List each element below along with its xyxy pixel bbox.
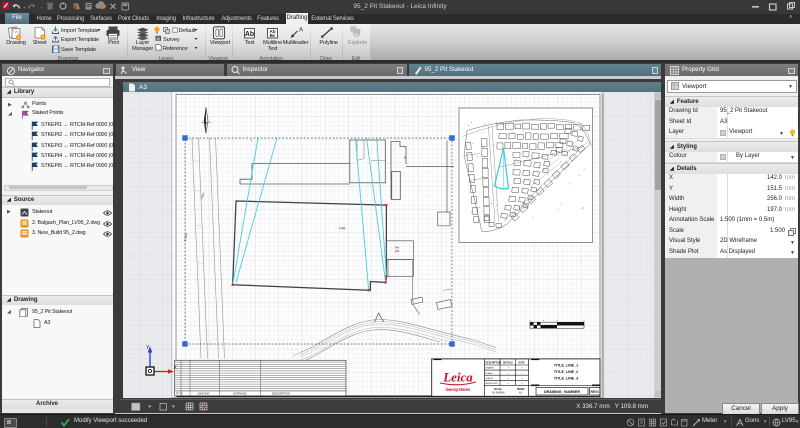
svg-text:Bc: Bc [270,33,276,38]
svg-text:TITLE_LINE_1: TITLE_LINE_1 [554,363,578,367]
svg-text:DESCRIPTION: DESCRIPTION [486,362,502,364]
svg-text:DRAWING_NUMBER: DRAWING_NUMBER [544,389,580,393]
svg-text:DETAILS: DETAILS [503,361,513,364]
svg-text:201: 201 [395,249,400,253]
svg-text:PT ID: PT ID [176,391,183,395]
svg-text:REV#: REV# [591,389,600,393]
svg-text:--: -- [521,375,523,379]
svg-text:746: 746 [339,225,346,230]
svg-text:--: -- [521,381,523,385]
svg-text:TITLE_LINE_2: TITLE_LINE_2 [554,370,578,374]
svg-text:--: -- [507,370,509,374]
svg-text:APPROVED: APPROVED [486,382,499,385]
svg-text:Geosystems: Geosystems [446,387,472,392]
svg-text:Leica: Leica [442,369,473,384]
svg-text:DESCRIPTION: DESCRIPTION [272,391,290,395]
svg-text:Ab: Ab [245,31,254,38]
svg-text:B: B [404,155,406,159]
svg-text:--: -- [521,370,523,374]
svg-text:PLANS: PLANS [486,371,494,374]
svg-text:--: -- [507,365,509,369]
svg-text:SCALE: SCALE [494,388,502,391]
svg-text:CHECK: CHECK [486,377,494,379]
svg-text:A: A [299,28,303,34]
svg-text:DRAWN: DRAWN [486,366,495,369]
svg-text:DATE: DATE [519,361,526,364]
svg-text:--: -- [507,375,509,379]
svg-text:Ref: Ref [395,245,399,249]
svg-text:AS SHOWN: AS SHOWN [492,391,505,394]
svg-text:--: -- [507,381,509,385]
svg-text:TITLE_LINE_3: TITLE_LINE_3 [554,376,578,380]
svg-text:EASTING: EASTING [198,391,209,395]
svg-text:SHEET: SHEET [517,389,525,391]
svg-text:N: N [205,121,208,125]
svg-text:NORTHING: NORTHING [233,391,247,395]
svg-text:--: -- [521,365,523,369]
